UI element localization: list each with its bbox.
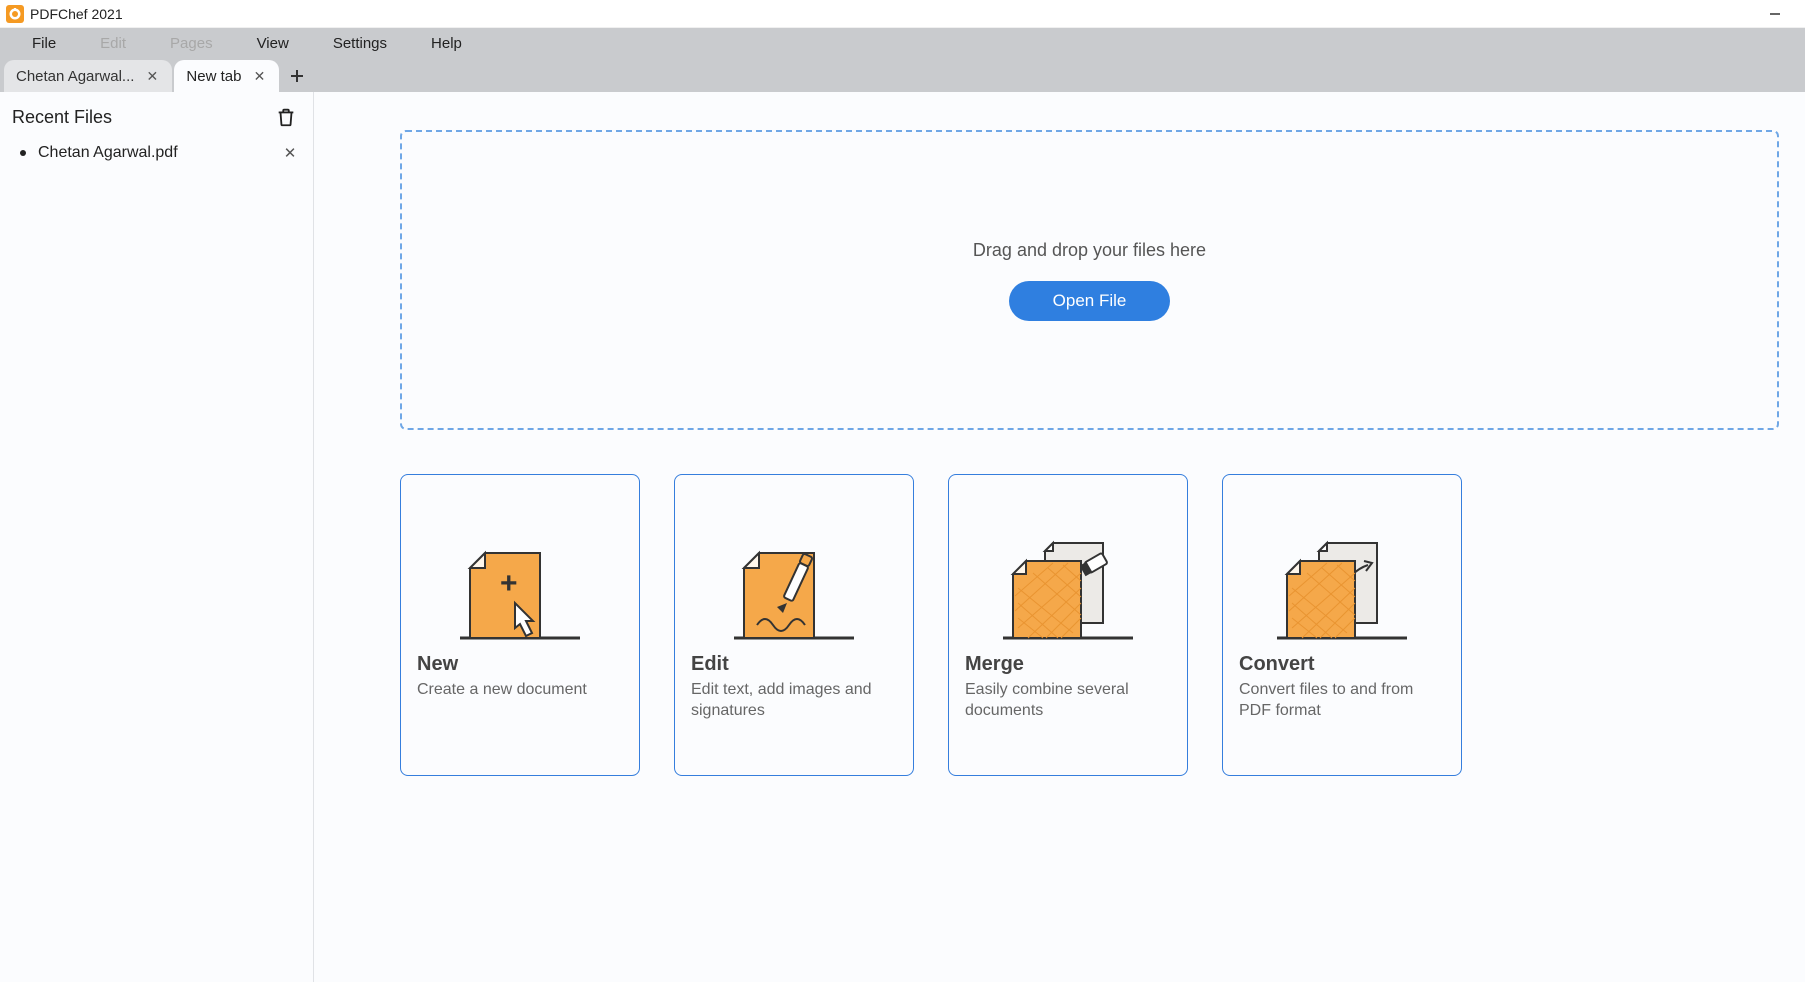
card-desc: Easily combine several documents [965, 680, 1171, 722]
menu-view[interactable]: View [235, 31, 311, 56]
tab-label: New tab [186, 68, 241, 85]
close-icon[interactable]: ✕ [251, 68, 267, 85]
card-edit[interactable]: Edit Edit text, add images and signature… [674, 474, 914, 776]
new-document-icon: + [417, 493, 623, 643]
svg-text:+: + [500, 567, 518, 600]
menu-edit: Edit [78, 31, 148, 56]
card-title: Merge [965, 653, 1171, 676]
close-icon[interactable]: ✕ [144, 68, 160, 85]
convert-documents-icon [1239, 493, 1445, 643]
dropzone-hint: Drag and drop your files here [973, 240, 1206, 261]
menu-file[interactable]: File [10, 31, 78, 56]
menubar: File Edit Pages View Settings Help [0, 28, 1805, 58]
dropzone[interactable]: Drag and drop your files here Open File [400, 130, 1779, 430]
card-title: New [417, 653, 623, 676]
menu-settings[interactable]: Settings [311, 31, 409, 56]
card-convert[interactable]: Convert Convert files to and from PDF fo… [1222, 474, 1462, 776]
close-icon[interactable]: ✕ [281, 144, 299, 162]
card-desc: Create a new document [417, 680, 623, 701]
recent-file-name: Chetan Agarwal.pdf [38, 144, 281, 162]
titlebar: PDFChef 2021 [0, 0, 1805, 28]
recent-file-item[interactable]: Chetan Agarwal.pdf ✕ [10, 138, 303, 168]
main-panel: Drag and drop your files here Open File … [314, 92, 1805, 982]
chrome-strip: File Edit Pages View Settings Help Cheta… [0, 28, 1805, 92]
card-title: Convert [1239, 653, 1445, 676]
tab-new[interactable]: New tab ✕ [174, 60, 279, 92]
sidebar: Recent Files Chetan Agarwal.pdf ✕ [0, 92, 314, 982]
tab-label: Chetan Agarwal... [16, 68, 134, 85]
tabbar: Chetan Agarwal... ✕ New tab ✕ [0, 58, 1805, 92]
card-desc: Convert files to and from PDF format [1239, 680, 1445, 722]
bullet-icon [20, 150, 26, 156]
minimize-button[interactable] [1765, 4, 1785, 24]
merge-documents-icon [965, 493, 1171, 643]
card-new[interactable]: + New Create a new document [400, 474, 640, 776]
card-merge[interactable]: Merge Easily combine several documents [948, 474, 1188, 776]
trash-icon[interactable] [275, 106, 297, 128]
menu-pages: Pages [148, 31, 235, 56]
card-desc: Edit text, add images and signatures [691, 680, 897, 722]
tab-document[interactable]: Chetan Agarwal... ✕ [4, 60, 172, 92]
action-cards: + New Create a new document [400, 474, 1779, 776]
add-tab-button[interactable] [281, 60, 313, 92]
app-logo-icon [6, 5, 24, 23]
sidebar-header: Recent Files [10, 106, 303, 138]
workspace: Recent Files Chetan Agarwal.pdf ✕ Drag a… [0, 92, 1805, 982]
open-file-button[interactable]: Open File [1009, 281, 1171, 321]
app-title: PDFChef 2021 [30, 6, 123, 22]
card-title: Edit [691, 653, 897, 676]
recent-files-title: Recent Files [12, 107, 112, 128]
menu-help[interactable]: Help [409, 31, 484, 56]
edit-document-icon [691, 493, 897, 643]
